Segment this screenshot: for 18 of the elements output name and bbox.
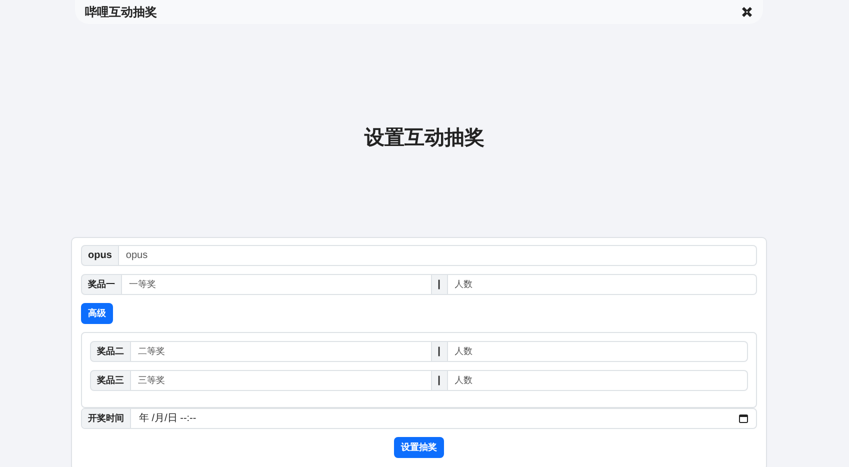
- prize-name-field[interactable]: 三等奖: [131, 370, 430, 391]
- separator-label: |: [430, 341, 448, 362]
- separator-label: |: [430, 370, 448, 391]
- field-label: 奖品一: [81, 274, 122, 295]
- brand-title[interactable]: 哔哩互动抽奖: [85, 3, 157, 21]
- separator-label: |: [430, 274, 448, 295]
- count-field[interactable]: 人数: [448, 370, 748, 391]
- count-field[interactable]: 人数: [448, 274, 757, 295]
- field-label: 奖品二: [90, 341, 131, 362]
- page-heading: 设置互动抽奖: [363, 126, 486, 151]
- prize-name-field[interactable]: 一等奖: [122, 274, 430, 295]
- count-field[interactable]: 人数: [448, 341, 748, 362]
- submit-button[interactable]: 设置抽奖: [394, 437, 444, 458]
- advanced-button[interactable]: 高级: [81, 303, 113, 324]
- prize-name-field[interactable]: 二等奖: [131, 341, 430, 362]
- field-label: 奖品三: [90, 370, 131, 391]
- field-label: opus: [81, 245, 119, 266]
- opus-field[interactable]: opus: [118, 245, 757, 266]
